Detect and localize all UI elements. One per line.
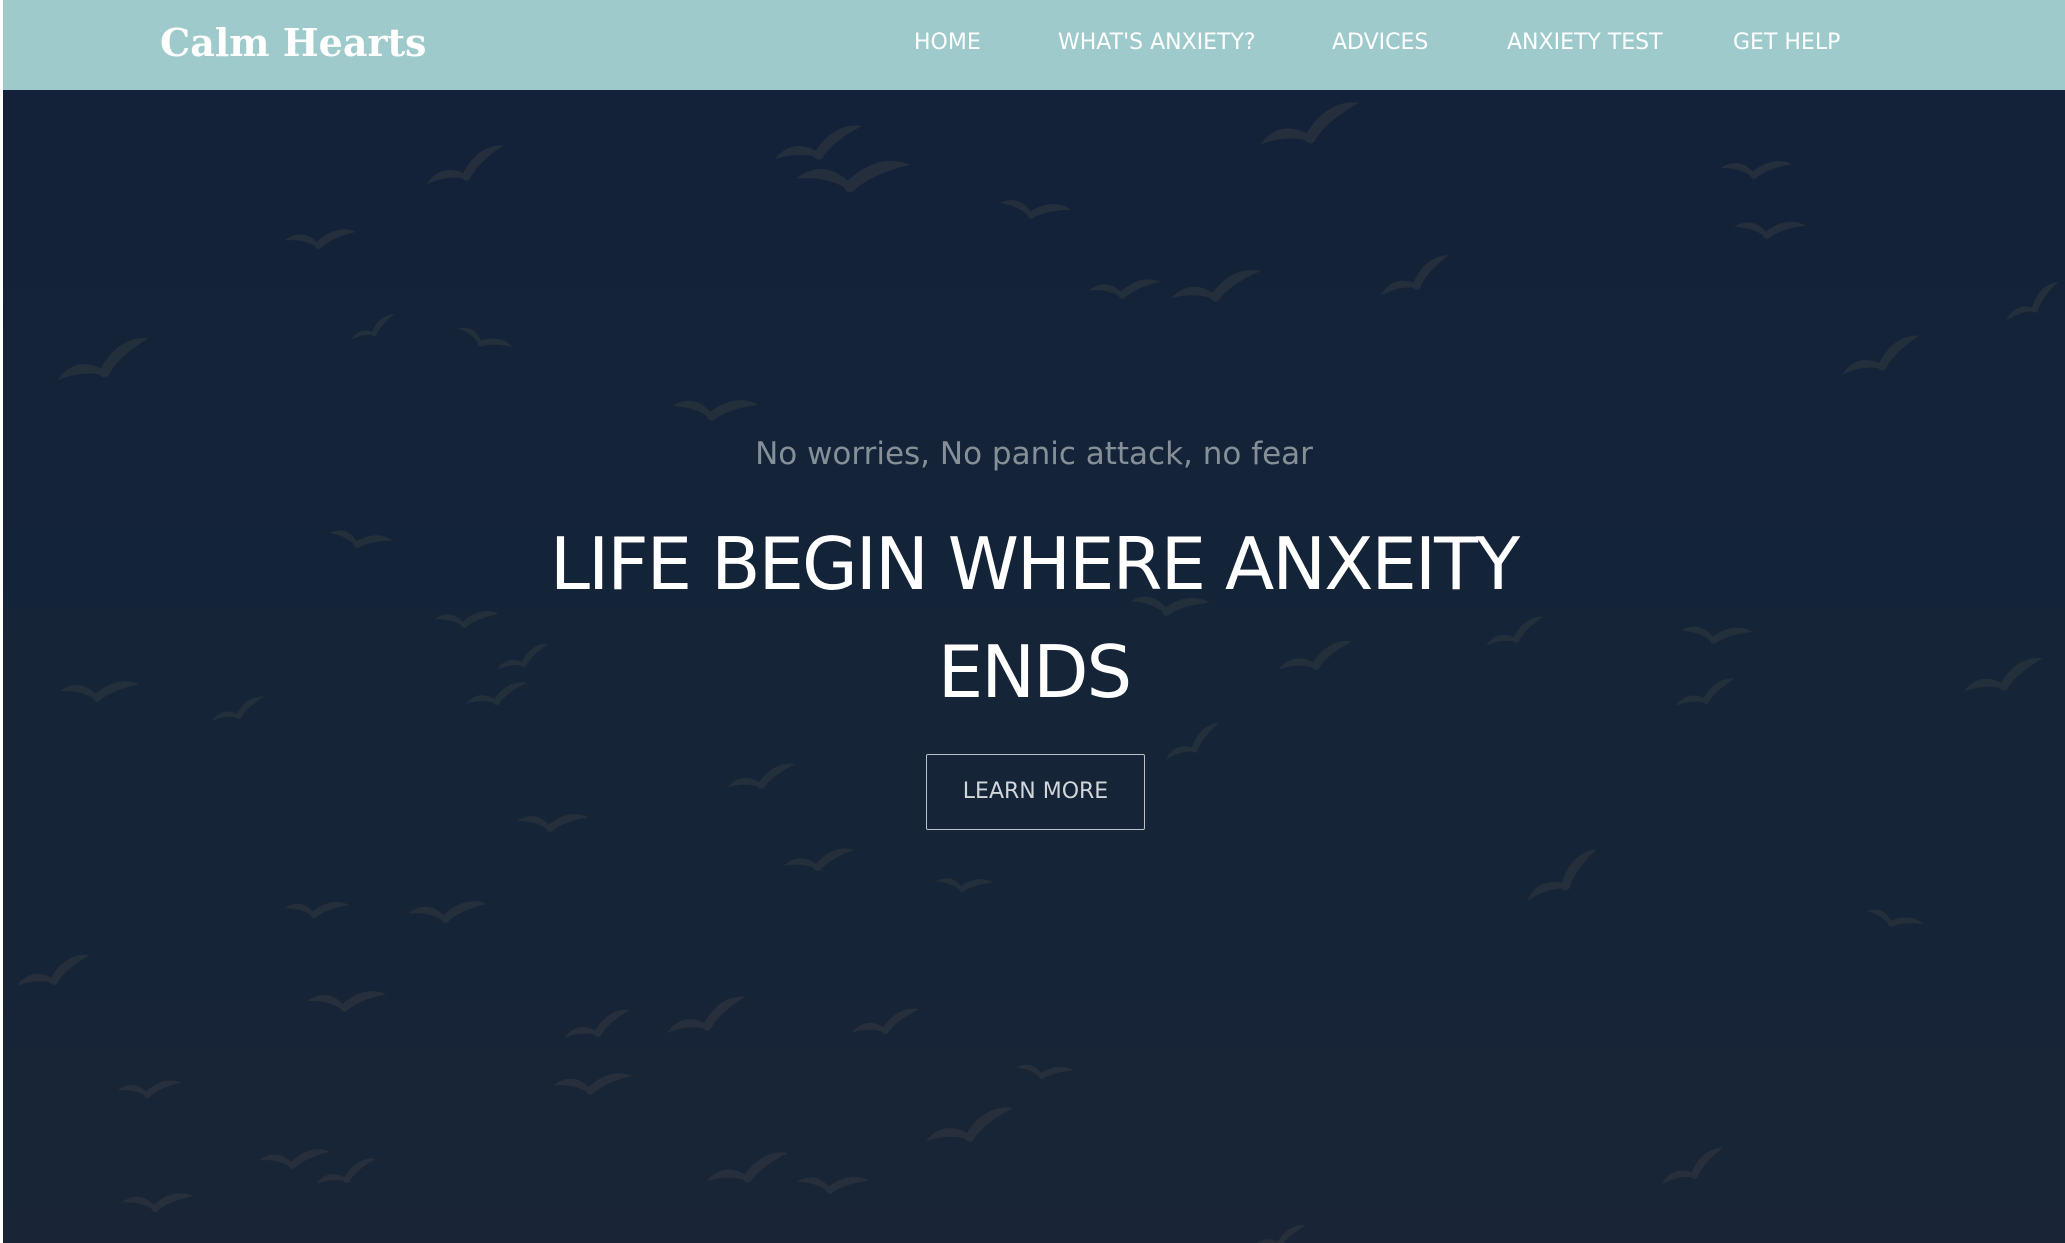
- nav-link-anxiety-test[interactable]: ANXIETY TEST: [1507, 26, 1663, 60]
- top-navbar: Calm Hearts HOME WHAT'S ANXIETY? ADVICES…: [3, 0, 2065, 90]
- nav-link-whats-anxiety[interactable]: WHAT'S ANXIETY?: [1058, 26, 1256, 60]
- hero-headline: LIFE BEGIN WHERE ANXEITY ENDS: [549, 522, 1520, 714]
- nav-link-advices[interactable]: ADVICES: [1332, 26, 1428, 60]
- learn-more-button[interactable]: LEARN MORE: [926, 754, 1145, 830]
- brand-logo[interactable]: Calm Hearts: [160, 15, 426, 71]
- page: Calm Hearts HOME WHAT'S ANXIETY? ADVICES…: [3, 0, 2065, 1243]
- hero-tagline: No worries, No panic attack, no fear: [755, 436, 1313, 472]
- nav-link-get-help[interactable]: GET HELP: [1733, 26, 1840, 60]
- nav-link-home[interactable]: HOME: [914, 26, 981, 60]
- hero-section: No worries, No panic attack, no fear LIF…: [3, 90, 2065, 1243]
